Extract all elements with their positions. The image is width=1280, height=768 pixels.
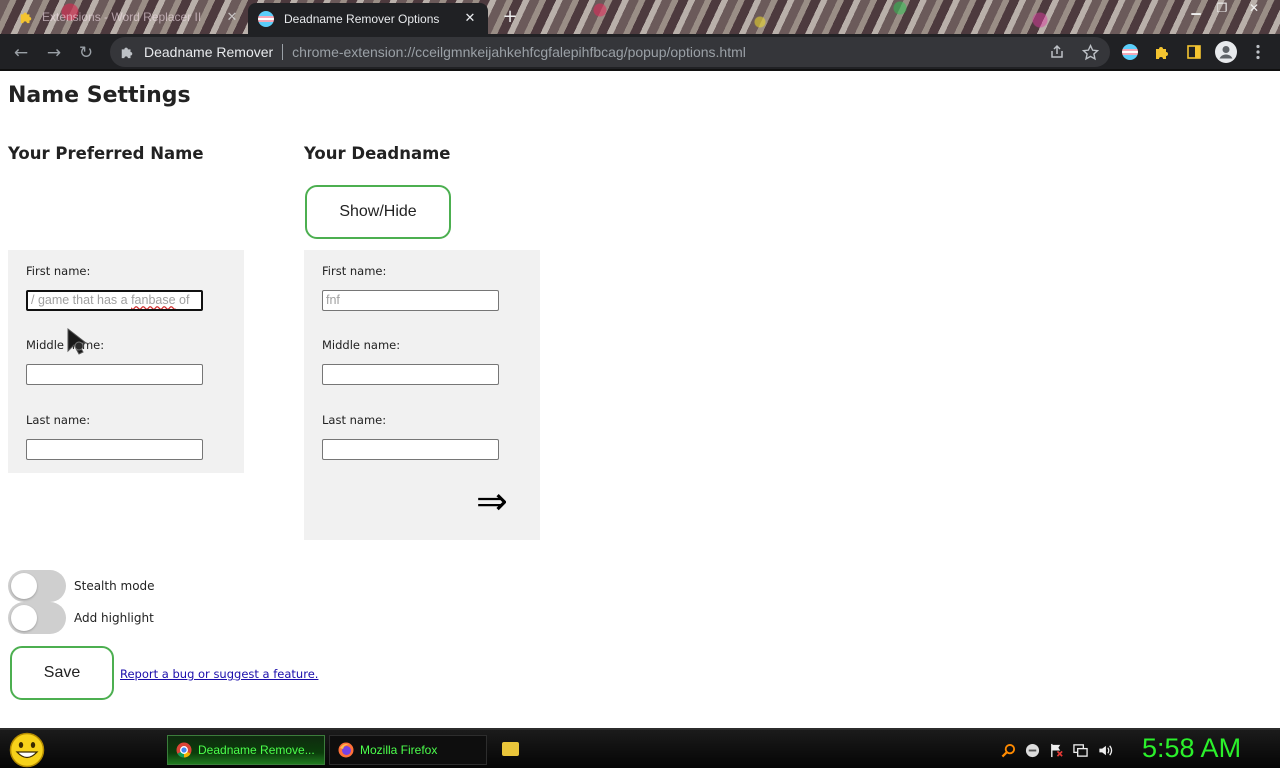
status-tray-icon[interactable] [1024,742,1041,759]
preferred-name-panel: First name: / game that has a fanbase of… [8,250,244,473]
restore-icon[interactable]: ❐ [1208,0,1236,18]
deadname-middle-name-label: Middle name: [322,338,401,352]
preferred-last-name-input[interactable] [26,439,203,460]
preferred-first-name-label: First name: [26,264,91,278]
close-icon[interactable]: ✕ [224,10,240,25]
back-icon[interactable]: ← [9,41,33,65]
window-close-icon[interactable]: ✕ [1240,0,1268,18]
address-origin: Deadname Remover [144,44,274,60]
save-button[interactable]: Save [10,646,114,700]
add-highlight-label: Add highlight [74,611,154,625]
taskbar-chrome-button[interactable]: Deadname Remove... [167,735,325,765]
taskbar-firefox-button[interactable]: Mozilla Firefox [329,735,487,765]
add-highlight-toggle[interactable] [8,602,66,634]
report-bug-link[interactable]: Report a bug or suggest a feature. [120,667,318,681]
search-tray-icon[interactable] [1000,742,1017,759]
profile-avatar-icon[interactable] [1215,41,1237,63]
minimize-icon[interactable]: ▁ [1182,0,1210,18]
page-title: Name Settings [8,83,191,108]
tab-title: Extensions - Word Replacer II [42,10,202,24]
preferred-first-name-input[interactable]: / game that has a fanbase of [26,290,203,311]
extension-icon [120,44,136,60]
taskbar-clock[interactable]: 5:58 AM [1142,733,1241,764]
toggle-knob [11,605,37,631]
stealth-mode-label: Stealth mode [74,579,155,593]
network-tray-icon[interactable] [1072,742,1089,759]
preferred-first-value-pre: / game that has a [31,293,132,307]
address-bar[interactable]: Deadname Remover chrome-extension://ccei… [110,37,1110,67]
puzzle-icon [18,9,34,25]
deadname-heading: Your Deadname [304,144,451,163]
replace-arrow-icon: ⇒ [476,479,508,523]
extensions-puzzle-icon[interactable] [1151,41,1173,63]
os-taskbar: Deadname Remove... Mozilla Firefox 5:58 … [0,728,1280,768]
reload-icon[interactable]: ↻ [74,41,98,65]
taskbar-button-label: Mozilla Firefox [360,743,438,757]
tab-strip: Extensions - Word Replacer II ✕ Deadname… [0,0,1280,34]
menu-kebab-icon[interactable] [1247,41,1269,63]
chrome-icon [176,742,192,758]
deadname-middle-name-input[interactable] [322,364,499,385]
toggle-knob [11,573,37,599]
preferred-last-name-label: Last name: [26,413,91,427]
trans-flag-extension-icon[interactable] [1119,41,1141,63]
deadname-first-name-label: First name: [322,264,387,278]
firefox-icon [338,742,354,758]
forward-icon[interactable]: → [42,41,66,65]
address-separator [282,44,284,60]
deadname-last-name-input[interactable] [322,439,499,460]
show-hide-button[interactable]: Show/Hide [305,185,451,239]
action-center-flag-icon[interactable] [1048,742,1065,759]
preferred-first-value-post: of [175,293,190,307]
tab-extensions[interactable]: Extensions - Word Replacer II ✕ [10,3,248,31]
browser-toolbar: ← → ↻ Deadname Remover chrome-extension:… [0,34,1280,71]
options-page: Name Settings Your Preferred Name Your D… [0,73,1280,728]
share-icon[interactable] [1046,41,1068,63]
bookmark-star-icon[interactable] [1079,41,1101,63]
side-panel-icon[interactable] [1183,41,1205,63]
start-smiley-icon[interactable] [8,732,46,768]
tab-title: Deadname Remover Options [284,11,440,26]
preferred-middle-name-input[interactable] [26,364,203,385]
folder-icon[interactable] [502,742,519,756]
preferred-name-heading: Your Preferred Name [8,144,204,163]
tab-deadname-remover-options[interactable]: Deadname Remover Options ✕ [248,3,488,34]
deadname-first-name-input[interactable]: fnf [322,290,499,311]
address-url: chrome-extension://cceilgmnkeijahkehfcgf… [292,44,746,60]
new-tab-icon[interactable]: + [500,6,520,27]
trans-flag-icon [258,10,274,27]
stealth-mode-toggle[interactable] [8,570,66,602]
mouse-cursor-icon [67,327,88,355]
volume-tray-icon[interactable] [1096,742,1113,759]
taskbar-button-label: Deadname Remove... [198,743,315,757]
deadname-panel: First name: fnf Middle name: Last name: … [304,250,540,540]
preferred-first-value-misspelled: fanbase [131,293,176,307]
close-icon[interactable]: ✕ [462,11,478,26]
deadname-last-name-label: Last name: [322,413,387,427]
